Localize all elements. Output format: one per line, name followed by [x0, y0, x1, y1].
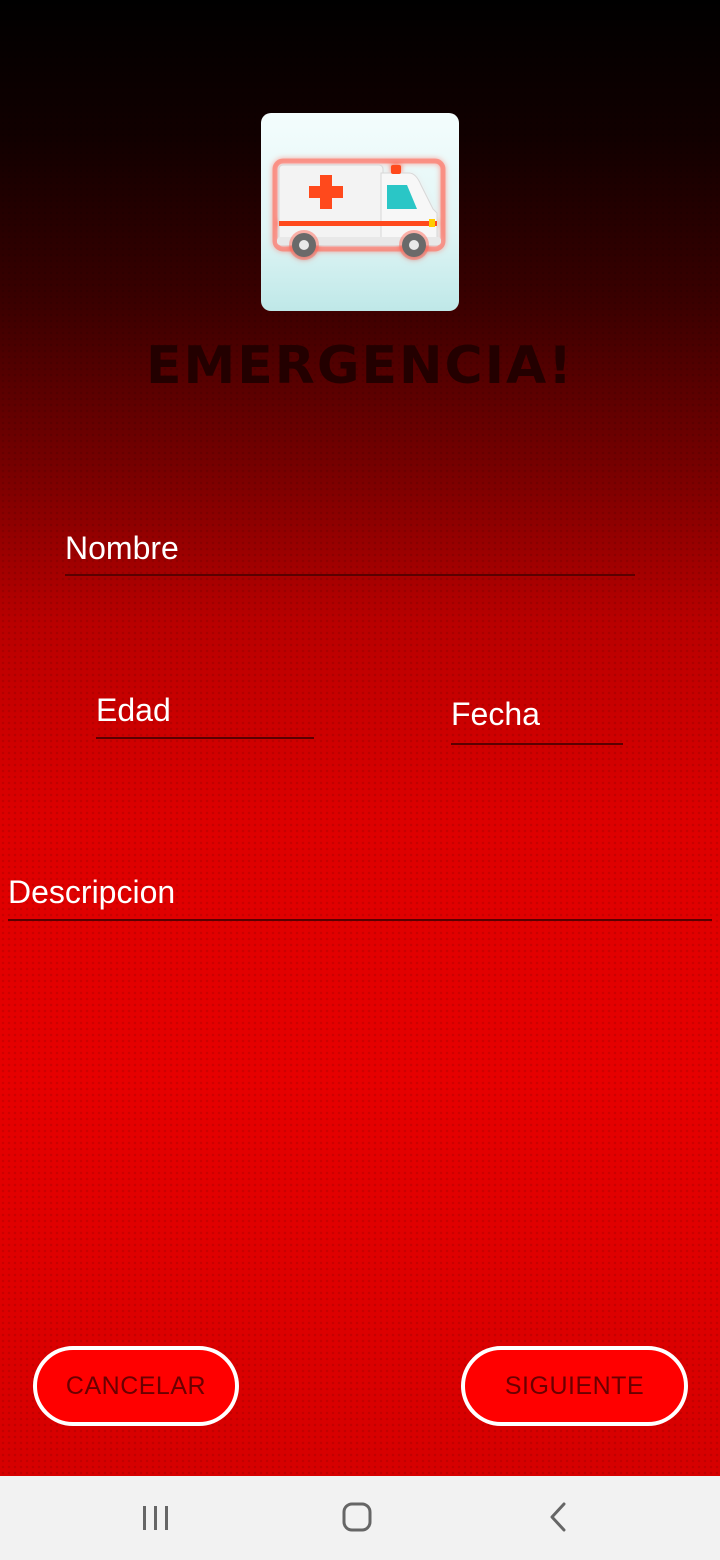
fecha-field[interactable]: Fecha [451, 698, 623, 745]
descripcion-placeholder: Descripcion [8, 874, 176, 910]
recents-icon[interactable] [134, 1496, 178, 1540]
edad-field[interactable]: Edad [96, 694, 314, 739]
system-navigation-bar [0, 1476, 720, 1560]
ambulance-icon [272, 158, 446, 260]
next-button[interactable]: SIGUIENTE [461, 1346, 688, 1426]
nombre-placeholder: Nombre [65, 530, 179, 566]
nombre-field[interactable]: Nombre [65, 532, 635, 576]
back-icon[interactable] [538, 1496, 582, 1540]
cancel-button[interactable]: CANCELAR [33, 1346, 239, 1426]
ambulance-logo [261, 113, 459, 311]
page-title: EMERGENCIA! [145, 336, 575, 396]
home-icon[interactable] [336, 1496, 380, 1540]
descripcion-field[interactable]: Descripcion [8, 876, 712, 921]
edad-placeholder: Edad [96, 692, 171, 728]
emergency-screen: EMERGENCIA! Nombre Edad Fecha Descripcio… [0, 0, 720, 1560]
fecha-placeholder: Fecha [451, 696, 540, 732]
